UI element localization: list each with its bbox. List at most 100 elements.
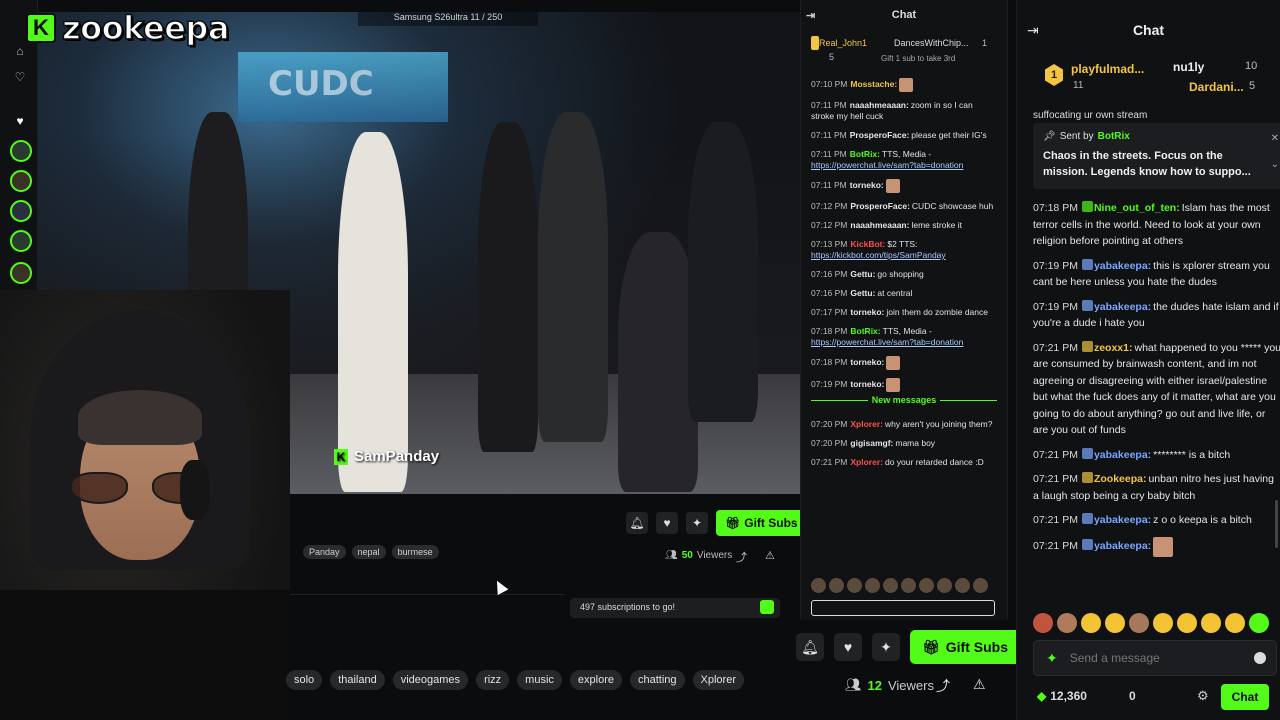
message-username[interactable]: torneko: bbox=[850, 357, 884, 367]
followed-channel-avatar[interactable] bbox=[10, 230, 32, 252]
gear-icon[interactable]: ⚙ bbox=[1197, 688, 1209, 704]
secondary-counter: 0 bbox=[1129, 689, 1136, 703]
tag-chip[interactable]: solo bbox=[286, 670, 323, 690]
notification-bell-icon[interactable]: 🔔︎ bbox=[796, 633, 824, 661]
message-time: 07:16 PM bbox=[811, 269, 848, 279]
message-time: 07:19 PM bbox=[811, 379, 848, 390]
message-username[interactable]: Zookeepa: bbox=[1094, 473, 1147, 485]
follow-heart-icon[interactable]: ♥ bbox=[656, 512, 678, 534]
tag-chip[interactable]: rizz bbox=[476, 670, 510, 690]
followed-channel-avatar[interactable] bbox=[10, 170, 32, 192]
message-link[interactable]: https://powerchat.live/sam?tab=donation bbox=[811, 160, 963, 170]
gift-subs-button[interactable]: 🎁︎ Gift Subs bbox=[910, 630, 1021, 664]
message-username[interactable]: Xplorer: bbox=[850, 457, 883, 467]
message-text: join them do zombie dance bbox=[886, 307, 988, 317]
pinned-message[interactable]: 📌︎ Sent by BotRix Chaos in the streets. … bbox=[1033, 123, 1280, 189]
message-username[interactable]: torneko: bbox=[850, 180, 884, 190]
message-username[interactable]: gigisamgf: bbox=[850, 438, 893, 448]
message-username[interactable]: Xplorer: bbox=[850, 419, 883, 429]
heart-icon[interactable]: ♡ bbox=[11, 68, 29, 86]
sparkle-icon[interactable]: ✦ bbox=[1046, 650, 1058, 667]
message-input[interactable] bbox=[1069, 651, 1230, 665]
tag-chip[interactable]: Panday bbox=[303, 545, 346, 559]
message-username[interactable]: Mosstache: bbox=[850, 79, 897, 89]
tag-chip[interactable]: chatting bbox=[629, 670, 685, 690]
message-username[interactable]: BotRix: bbox=[850, 326, 880, 336]
message-username[interactable]: naaahmeaaan: bbox=[850, 100, 909, 110]
message-text: ******** is a bitch bbox=[1153, 448, 1231, 461]
message-time: 07:21 PM bbox=[1033, 514, 1078, 526]
following-heart-icon[interactable]: ♥ bbox=[11, 112, 29, 130]
chat-message: 07:18 PM torneko: bbox=[811, 356, 997, 370]
tag-chip[interactable]: videogames bbox=[392, 670, 469, 690]
message-username[interactable]: KickBot: bbox=[850, 239, 885, 249]
tag-chip[interactable]: explore bbox=[569, 670, 622, 690]
emote-icon[interactable] bbox=[1201, 613, 1221, 633]
emote-icon[interactable] bbox=[1033, 613, 1053, 633]
report-warning-icon[interactable]: ⚠ bbox=[765, 549, 775, 562]
message-username[interactable]: yabakeepa: bbox=[1094, 449, 1151, 461]
top-gifter-name[interactable]: Dardani... bbox=[1189, 80, 1244, 94]
sparkle-icon[interactable]: ✦ bbox=[872, 633, 900, 661]
emote-icon[interactable] bbox=[1249, 613, 1269, 633]
followed-channel-avatar[interactable] bbox=[10, 262, 32, 284]
message-username[interactable]: yabakeepa: bbox=[1094, 540, 1151, 552]
chat-message: 07:12 PM naaahmeaaan: leme stroke it bbox=[811, 220, 997, 231]
chevron-down-icon[interactable]: ⌄ bbox=[1271, 159, 1279, 170]
followed-channel-avatar[interactable] bbox=[10, 200, 32, 222]
follow-heart-icon[interactable]: ♥ bbox=[834, 633, 862, 661]
message-username[interactable]: ProsperoFace: bbox=[850, 201, 910, 211]
message-username[interactable]: torneko: bbox=[850, 379, 884, 389]
message-username[interactable]: yabakeepa: bbox=[1094, 514, 1151, 526]
top-gifter-name[interactable]: Real_John1 bbox=[819, 38, 867, 48]
streamer-hair bbox=[78, 390, 202, 445]
chat-title: Chat bbox=[1132, 22, 1165, 38]
channel-points[interactable]: ◆ 12,360 bbox=[1037, 689, 1087, 703]
tag-chip[interactable]: Xplorer bbox=[692, 670, 744, 690]
followed-channel-avatar[interactable] bbox=[10, 140, 32, 162]
tag-chip[interactable]: burmese bbox=[391, 545, 439, 559]
message-username[interactable]: naaahmeaaan: bbox=[850, 220, 909, 230]
notification-bell-icon[interactable]: 🔔︎ bbox=[626, 512, 648, 534]
message-username[interactable]: Gettu: bbox=[850, 288, 875, 298]
emoji-picker-icon[interactable] bbox=[1254, 652, 1266, 664]
emote-icon[interactable] bbox=[1177, 613, 1197, 633]
emote-icon[interactable] bbox=[1129, 613, 1149, 633]
message-link[interactable]: https://kickbot.com/tips/SamPanday bbox=[811, 250, 946, 260]
message-username[interactable]: yabakeepa: bbox=[1094, 260, 1151, 272]
tag-chip[interactable]: nepal bbox=[351, 545, 386, 559]
new-messages-label: New messages bbox=[867, 395, 941, 405]
chat-send-button[interactable]: Chat bbox=[1221, 684, 1269, 710]
message-username[interactable]: yabakeepa: bbox=[1094, 301, 1151, 313]
emote-icon[interactable] bbox=[1081, 613, 1101, 633]
device-caption: Samsung S26ultra 11 / 250 bbox=[358, 12, 538, 26]
message-username[interactable]: torneko: bbox=[850, 307, 884, 317]
report-warning-icon[interactable]: ⚠ bbox=[973, 676, 986, 693]
top-gifter-name[interactable]: nu1ly bbox=[1173, 60, 1204, 74]
tag-chip[interactable]: music bbox=[517, 670, 562, 690]
message-username[interactable]: zeoxx1: bbox=[1094, 342, 1133, 354]
message-username[interactable]: ProsperoFace: bbox=[850, 130, 910, 140]
pinned-header: 📌︎ Sent by BotRix bbox=[1043, 131, 1279, 142]
pinned-sender: BotRix bbox=[1097, 131, 1130, 142]
unpin-icon[interactable]: ✕ bbox=[1271, 133, 1279, 144]
top-gifter-name[interactable]: DancesWithChip... bbox=[894, 38, 969, 48]
collapse-chat-icon[interactable]: ⇥ bbox=[806, 9, 815, 22]
emote-icon[interactable] bbox=[1153, 613, 1173, 633]
tag-chip[interactable]: thailand bbox=[330, 670, 385, 690]
emote-icon[interactable] bbox=[1105, 613, 1125, 633]
message-username[interactable]: Gettu: bbox=[850, 269, 875, 279]
share-icon[interactable]: ⤴ bbox=[736, 549, 747, 565]
sparkle-icon[interactable]: ✦ bbox=[686, 512, 708, 534]
inner-chat-input[interactable] bbox=[811, 600, 995, 616]
message-time: 07:21 PM bbox=[1033, 540, 1078, 553]
message-username[interactable]: BotRix: bbox=[850, 149, 880, 159]
top-gifter-name[interactable]: playfulmad... bbox=[1071, 62, 1144, 76]
share-icon[interactable]: ⤴ bbox=[936, 676, 950, 696]
inner-gift-subs-button[interactable]: 🎁︎ Gift Subs bbox=[716, 510, 807, 536]
emote-icon[interactable] bbox=[1225, 613, 1245, 633]
emote-icon[interactable] bbox=[1057, 613, 1077, 633]
message-username[interactable]: Nine_out_of_ten: bbox=[1094, 202, 1180, 214]
message-link[interactable]: https://powerchat.live/sam?tab=donation bbox=[811, 337, 963, 347]
chat-scrollbar[interactable] bbox=[1275, 500, 1278, 548]
